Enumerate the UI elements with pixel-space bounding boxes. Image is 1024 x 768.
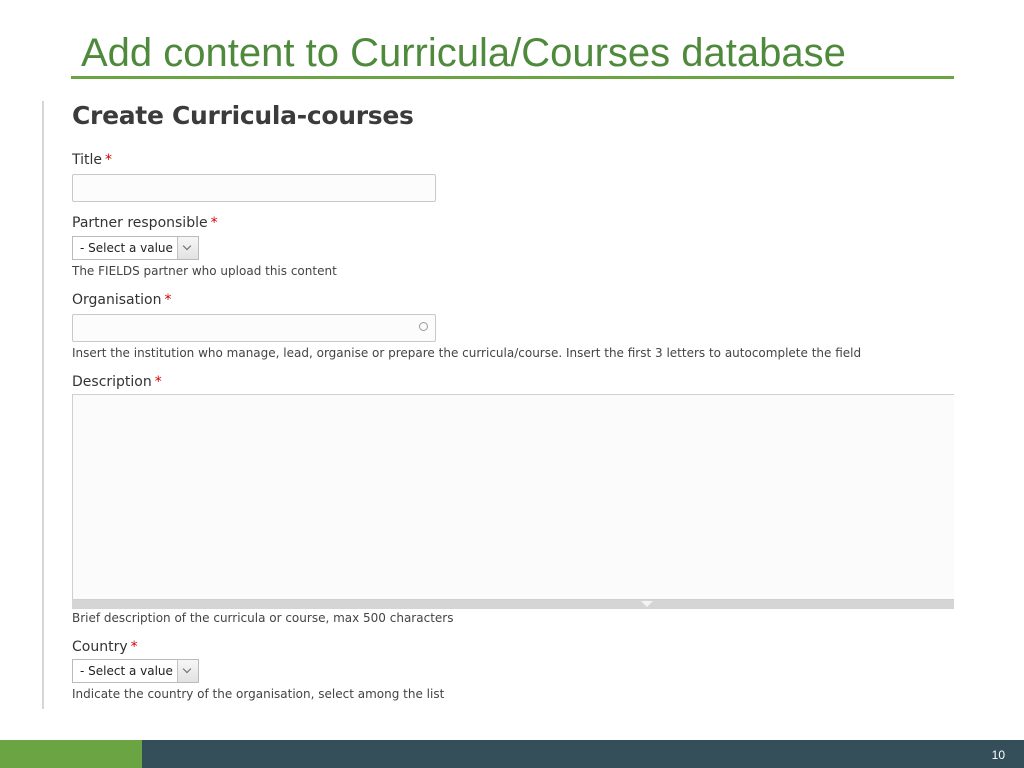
partner-select-value: - Select a value - [80,241,182,255]
page-number: 10 [991,748,1005,762]
title-label-text: Title [72,152,103,168]
textarea-resize-handle[interactable] [72,600,954,609]
chevron-down-icon[interactable] [177,237,198,259]
organisation-help: Insert the institution who manage, lead,… [72,346,862,360]
required-marker: * [164,292,172,308]
required-marker: * [105,152,113,168]
country-label: Country * [72,639,138,655]
footer-accent-bar [0,740,142,768]
title-input[interactable] [72,174,436,202]
chevron-down-icon[interactable] [177,660,198,682]
throbber-circle-icon [419,322,428,331]
footer-bar [142,740,1024,768]
description-label-text: Description [72,374,152,390]
form-heading: Create Curricula-courses [72,101,414,130]
title-underline [71,76,954,79]
required-marker: * [130,639,138,655]
partner-label-text: Partner responsible [72,215,208,231]
required-marker: * [210,215,218,231]
form-left-border [42,101,44,709]
triangle-down-icon [641,601,653,607]
country-help: Indicate the country of the organisation… [72,687,445,701]
partner-label: Partner responsible * [72,215,218,231]
partner-help: The FIELDS partner who upload this conte… [72,264,337,278]
title-label: Title * [72,152,112,168]
slide-title: Add content to Curricula/Courses databas… [81,31,846,75]
description-help: Brief description of the curricula or co… [72,611,454,625]
description-label: Description * [72,374,162,390]
organisation-input[interactable] [72,314,436,342]
description-textarea[interactable] [72,394,954,600]
organisation-label-text: Organisation [72,292,162,308]
required-marker: * [154,374,162,390]
country-label-text: Country [72,639,128,655]
organisation-label: Organisation * [72,292,171,308]
country-select-value: - Select a value - [80,664,182,678]
country-select[interactable]: - Select a value - [72,659,199,683]
partner-select[interactable]: - Select a value - [72,236,199,260]
